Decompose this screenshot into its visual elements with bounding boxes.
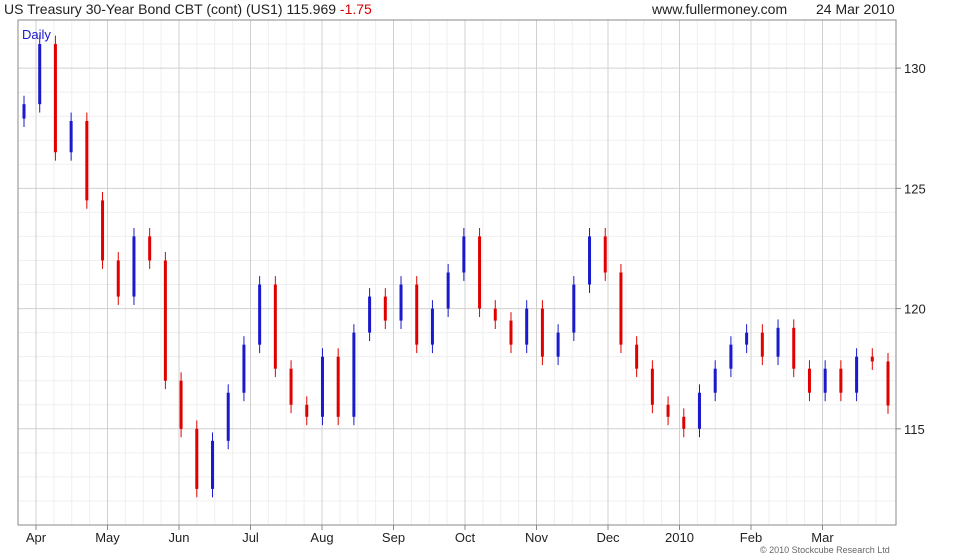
candle-body [320,356,324,417]
x-tick-label: Jun [169,530,190,545]
x-tick-label: Nov [525,530,549,545]
candle-body [116,260,120,297]
candle-body [289,368,293,405]
x-tick-label: Aug [310,530,333,545]
candle-body [85,121,89,201]
candle-body [760,332,764,357]
candle-body [383,296,387,321]
candle-body [525,308,529,345]
candle-body [855,356,859,393]
x-tick-label: Sep [382,530,405,545]
candle-body [462,236,466,273]
candle-body [745,332,749,345]
candle-body [807,368,811,393]
candle-body [226,392,230,441]
candlestick-chart: 115 120 125 130 Apr May Jun Jul Aug Sep Oct Nov Dec 2… [17,19,926,545]
candle-body [148,236,152,261]
candle-body [305,404,309,417]
candle-body [666,404,670,417]
candle-body [352,332,356,417]
candle-body [273,284,277,369]
y-tick-label: 115 [904,422,925,437]
candle-body [446,272,450,309]
candle-body [38,44,42,105]
x-tick-label: Apr [26,530,47,545]
candle-body [540,308,544,357]
candle-body [682,416,686,429]
candle-body [132,236,136,297]
candle-body [556,332,560,357]
candle-body [572,284,576,333]
candle-body [792,327,796,369]
x-tick-label: May [95,530,120,545]
candle-body [195,428,199,489]
candle-body [336,356,340,417]
candle-body [635,344,639,369]
candle-body [399,284,403,321]
candle-body [211,440,215,489]
candle-body [493,308,497,321]
y-tick-label: 120 [904,302,926,317]
x-tick-label: Oct [455,530,476,545]
plot-background [18,20,896,525]
candle-body [588,236,592,285]
candle-body [53,44,57,153]
candle-body [839,368,843,393]
y-tick-label: 130 [904,61,926,76]
candle-body [242,344,246,393]
candle-body [101,200,105,261]
candle-body [650,368,654,405]
candle-body [713,368,717,393]
candle-body [163,260,167,381]
candle-body [697,392,701,429]
candle-body [776,327,780,357]
candle-body [603,236,607,273]
y-tick-label: 125 [904,181,926,196]
candle-body [478,236,482,309]
candle-body [509,320,513,345]
candle-body [415,284,419,345]
candle-body [870,356,874,362]
period-label: Daily [22,27,51,42]
x-tick-label: Feb [740,530,762,545]
candle-body [258,284,262,345]
copyright-notice: © 2010 Stockcube Research Ltd [760,545,890,555]
candle-body [430,308,434,345]
x-tick-label: Mar [811,530,834,545]
candle-body [69,121,73,153]
x-tick-label: Jul [242,530,259,545]
candle-body [619,272,623,345]
candle-body [886,361,890,406]
candle-body [368,296,372,333]
candle-body [729,344,733,369]
candle-body [179,380,183,429]
candle-body [823,368,827,393]
x-tick-label: Dec [596,530,620,545]
candle-body [22,104,26,119]
x-tick-label: 2010 [665,530,694,545]
